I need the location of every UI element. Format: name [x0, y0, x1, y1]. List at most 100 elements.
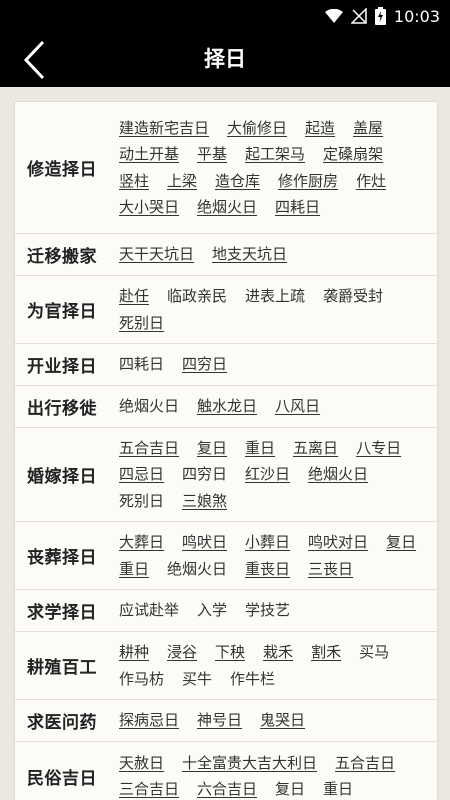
date-link[interactable]: 五合吉日 [119, 435, 179, 462]
date-link[interactable]: 三丧日 [308, 556, 353, 583]
category-row: 为官择日 赴任 临政亲民 进表上疏 袭爵受封 死别日 [15, 276, 437, 344]
category-row: 丧葬择日 大葬日 鸣吠日 小葬日 鸣吠对日 复日重日 绝烟火日 重丧日 三丧日 [15, 522, 437, 590]
date-text: 应试赴举 [119, 601, 180, 620]
date-link[interactable]: 触水龙日 [197, 393, 257, 420]
date-text: 重日 [323, 780, 354, 798]
category-row: 婚嫁择日 五合吉日 复日 重日 五离日 八专日 四忌日 四穷日 红沙日 绝烟火日 死别日 三娘煞 [15, 428, 437, 522]
date-link[interactable]: 建造新宅吉日 [119, 115, 209, 142]
category-row: 求医问药 探病忌日 神号日 鬼哭日 [15, 700, 437, 742]
date-link[interactable]: 起工架马 [245, 141, 305, 168]
date-link[interactable]: 探病忌日 [119, 707, 179, 734]
date-link[interactable]: 耕种 [119, 639, 149, 666]
title-bar: 择日 [0, 32, 450, 87]
category-items: 五合吉日 复日 重日 五离日 八专日 四忌日 四穷日 红沙日 绝烟火日 死别日 三娘煞 [119, 431, 437, 519]
date-link[interactable]: 重丧日 [245, 556, 290, 583]
date-link[interactable]: 绝烟火日 [308, 461, 368, 488]
date-link[interactable]: 天赦日 [119, 750, 164, 777]
category-items: 赴任 临政亲民 进表上疏 袭爵受封 死别日 [119, 279, 437, 340]
category-list: 修造择日 建造新宅吉日 大偷修日 起造 盖屋动土开基 平基 起工架马 定磉扇架竖柱 上梁 造仓库修… [14, 101, 438, 800]
date-link[interactable]: 十全富贵大吉大利日 [182, 750, 317, 777]
date-link[interactable]: 作灶 [356, 168, 386, 195]
date-text: 死别日 [119, 491, 165, 510]
date-link[interactable]: 动土开基 [119, 141, 179, 168]
chevron-left-icon [23, 40, 45, 80]
category-label: 为官择日 [27, 302, 97, 322]
date-link[interactable]: 五离日 [293, 435, 338, 462]
no-signal-icon [350, 8, 367, 24]
battery-charging-icon [374, 7, 386, 25]
category-label: 求学择日 [27, 603, 97, 623]
date-link[interactable]: 死别日 [119, 310, 164, 337]
category-items: 建造新宅吉日 大偷修日 起造 盖屋动土开基 平基 起工架马 定磉扇架竖柱 上梁 造仓库 修作厨房作… [119, 111, 437, 225]
date-link[interactable]: 赴任 [119, 283, 149, 310]
date-link[interactable]: 盖屋 [353, 115, 383, 142]
date-link[interactable]: 起造 [305, 115, 335, 142]
back-button[interactable] [14, 38, 54, 82]
date-link[interactable]: 四忌日 [119, 461, 164, 488]
page-title: 择日 [204, 47, 246, 71]
date-link[interactable]: 八专日 [356, 435, 401, 462]
date-link[interactable]: 上梁 [167, 168, 197, 195]
category-label: 修造择日 [27, 160, 97, 180]
category-label: 婚嫁择日 [27, 467, 97, 487]
date-link[interactable]: 栽禾 [263, 639, 293, 666]
category-items: 天赦日 十全富贵大吉大利日 五合吉日三合吉日 六合吉日 复日 重日 [119, 746, 437, 800]
date-text: 四耗日 [119, 355, 165, 374]
category-row: 开业择日 四耗日 四穷日 [15, 344, 437, 386]
date-link[interactable]: 浸谷 [167, 639, 197, 666]
category-row: 迁移搬家 天干天坑日 地支天坑日 [15, 234, 437, 276]
date-link[interactable]: 平基 [197, 141, 227, 168]
date-link[interactable]: 大小哭日 [119, 194, 179, 221]
category-items: 探病忌日 神号日 鬼哭日 [119, 703, 437, 738]
date-link[interactable]: 小葬日 [245, 529, 290, 556]
date-text: 袭爵受封 [323, 287, 384, 305]
wifi-icon [324, 9, 343, 23]
date-text: 绝烟火日 [167, 559, 228, 578]
status-bar: 10:03 [0, 0, 450, 32]
date-link[interactable]: 地支天坑日 [212, 241, 287, 268]
category-row: 耕殖百工 耕种 浸谷 下秧 栽禾 割禾 买马 作马枋 买牛 作牛栏 [15, 632, 437, 700]
category-label: 迁移搬家 [27, 247, 97, 267]
category-items: 大葬日 鸣吠日 小葬日 鸣吠对日 复日重日 绝烟火日 重丧日 三丧日 [119, 525, 437, 586]
date-link[interactable]: 三娘煞 [182, 488, 227, 515]
date-link[interactable]: 三合吉日 [119, 776, 179, 800]
date-link[interactable]: 四穷日 [182, 351, 227, 378]
category-label: 求医问药 [27, 713, 97, 733]
date-link[interactable]: 四耗日 [275, 194, 320, 221]
date-text: 作牛栏 [230, 669, 276, 688]
date-link[interactable]: 下秧 [215, 639, 245, 666]
date-link[interactable]: 八风日 [275, 393, 320, 420]
category-items: 应试赴举 入学 学技艺 [119, 593, 437, 628]
date-text: 复日 [275, 780, 306, 798]
category-items: 绝烟火日 触水龙日 八风日 [119, 389, 437, 424]
date-link[interactable]: 复日 [197, 435, 227, 462]
category-items: 天干天坑日 地支天坑日 [119, 237, 437, 272]
date-text: 买马 [359, 643, 390, 661]
date-link[interactable]: 绝烟火日 [197, 194, 257, 221]
date-link[interactable]: 神号日 [197, 707, 242, 734]
date-link[interactable]: 大偷修日 [227, 115, 287, 142]
date-link[interactable]: 定磉扇架 [323, 141, 383, 168]
category-row: 修造择日 建造新宅吉日 大偷修日 起造 盖屋动土开基 平基 起工架马 定磉扇架竖柱 上梁 造仓库修… [15, 102, 437, 234]
date-link[interactable]: 竖柱 [119, 168, 149, 195]
date-link[interactable]: 鸣吠日 [182, 529, 227, 556]
category-label: 丧葬择日 [27, 548, 97, 568]
date-link[interactable]: 红沙日 [245, 461, 290, 488]
date-link[interactable]: 大葬日 [119, 529, 164, 556]
date-link[interactable]: 复日 [386, 529, 416, 556]
date-text: 临政亲民 [167, 287, 228, 305]
date-link[interactable]: 割禾 [311, 639, 341, 666]
date-link[interactable]: 五合吉日 [335, 750, 395, 777]
date-link[interactable]: 天干天坑日 [119, 241, 194, 268]
date-link[interactable]: 修作厨房 [278, 168, 338, 195]
date-link[interactable]: 重日 [245, 435, 275, 462]
content-area[interactable]: 修造择日 建造新宅吉日 大偷修日 起造 盖屋动土开基 平基 起工架马 定磉扇架竖柱 上梁 造仓库修… [0, 87, 450, 800]
date-link[interactable]: 造仓库 [215, 168, 260, 195]
category-row: 求学择日 应试赴举 入学 学技艺 [15, 590, 437, 632]
date-text: 买牛 [182, 669, 213, 688]
category-row: 出行移徙 绝烟火日 触水龙日 八风日 [15, 386, 437, 428]
date-link[interactable]: 六合吉日 [197, 776, 257, 800]
date-link[interactable]: 鸣吠对日 [308, 529, 368, 556]
date-link[interactable]: 鬼哭日 [260, 707, 305, 734]
date-link[interactable]: 重日 [119, 556, 149, 583]
